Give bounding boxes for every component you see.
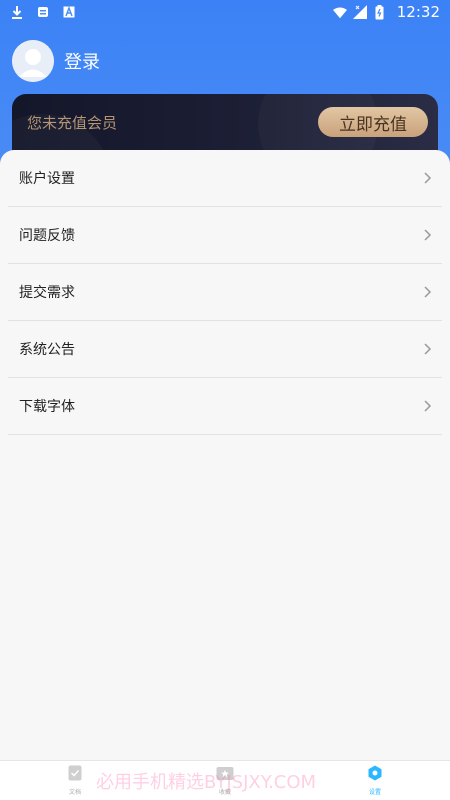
- menu-item-download-fonts[interactable]: 下载字体: [8, 378, 442, 435]
- settings-menu: 账户设置 问题反馈 提交需求 系统公告 下载字体: [8, 150, 442, 435]
- menu-item-label: 账户设置: [19, 171, 75, 187]
- download-icon: [10, 5, 24, 19]
- tab-settings[interactable]: 设置: [340, 761, 410, 800]
- login-label[interactable]: 登录: [64, 48, 100, 74]
- avatar-icon[interactable]: [12, 40, 54, 82]
- clock-time: 12:32: [396, 3, 440, 21]
- user-login-row[interactable]: 登录: [12, 40, 100, 82]
- membership-status: 您未充值会员: [27, 114, 118, 132]
- bottom-tab-bar: 文档 收藏 设置: [0, 760, 450, 800]
- document-icon: [68, 765, 82, 785]
- menu-item-label: 提交需求: [19, 285, 75, 301]
- recharge-button[interactable]: 立即充值: [318, 107, 428, 137]
- menu-item-submit-request[interactable]: 提交需求: [8, 264, 442, 321]
- chevron-right-icon: [422, 285, 432, 299]
- battery-icon: [373, 4, 387, 19]
- tab-label: 设置: [368, 789, 381, 796]
- menu-item-label: 系统公告: [19, 342, 75, 358]
- tab-documents[interactable]: 文档: [40, 761, 110, 800]
- favorites-icon: [216, 765, 234, 785]
- menu-item-feedback[interactable]: 问题反馈: [8, 207, 442, 264]
- chevron-right-icon: [422, 342, 432, 356]
- tab-label: 文档: [68, 789, 81, 796]
- tab-favorites[interactable]: 收藏: [190, 761, 260, 800]
- chevron-right-icon: [422, 399, 432, 413]
- signal-icon: [352, 5, 367, 19]
- menu-item-label: 问题反馈: [19, 228, 75, 244]
- menu-item-label: 下载字体: [19, 399, 75, 415]
- menu-item-announcements[interactable]: 系统公告: [8, 321, 442, 378]
- tab-label: 收藏: [218, 789, 231, 796]
- settings-icon: [367, 765, 383, 785]
- font-a-icon: [62, 5, 76, 19]
- chevron-right-icon: [422, 228, 432, 242]
- menu-item-account-settings[interactable]: 账户设置: [8, 150, 442, 207]
- chevron-right-icon: [422, 171, 432, 185]
- wifi-icon: [332, 5, 347, 19]
- sd-card-icon: [36, 5, 50, 19]
- status-bar: 12:32: [0, 0, 450, 24]
